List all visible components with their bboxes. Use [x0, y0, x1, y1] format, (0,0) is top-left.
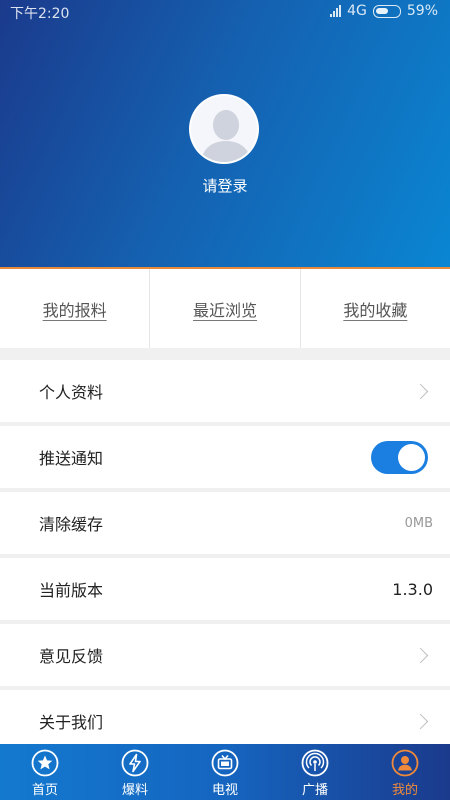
chevron-right-icon	[412, 647, 429, 663]
nav-item-tv[interactable]: 电视	[180, 744, 270, 800]
profile-tabs: 我的报料 最近浏览 我的收藏	[0, 269, 450, 348]
settings-item-push: 推送通知	[0, 426, 450, 488]
settings-item-about[interactable]: 关于我们	[0, 690, 450, 752]
star-icon	[31, 749, 59, 777]
lightning-icon	[121, 749, 149, 777]
nav-item-report[interactable]: 爆料	[90, 744, 180, 800]
settings-item-label: 清除缓存	[39, 515, 104, 534]
settings-item-label: 当前版本	[39, 581, 104, 600]
network-type: 4G	[347, 3, 367, 19]
push-toggle[interactable]	[371, 440, 428, 474]
chevron-right-icon	[412, 383, 429, 399]
nav-item-home[interactable]: 首页	[0, 744, 90, 800]
tab-recent-views[interactable]: 最近浏览	[150, 269, 301, 348]
avatar[interactable]	[189, 94, 259, 164]
settings-item-feedback[interactable]: 意见反馈	[0, 624, 450, 686]
status-bar: 下午2:20 4G 59%	[0, 0, 450, 24]
settings-item-label: 推送通知	[39, 449, 104, 468]
bottom-nav: 首页 爆料 电视 广播 我的	[0, 744, 450, 800]
settings-item-version: 当前版本 1.3.0	[0, 558, 450, 620]
settings-item-label: 个人资料	[39, 383, 104, 402]
signal-icon	[330, 5, 342, 17]
chevron-right-icon	[412, 713, 429, 729]
settings-list: 个人资料 推送通知 清除缓存 0MB 当前版本 1.3.0 意见反馈 关于我们	[0, 360, 450, 756]
settings-item-cache[interactable]: 清除缓存 0MB	[0, 492, 450, 554]
settings-item-label: 意见反馈	[39, 647, 104, 666]
nav-item-radio[interactable]: 广播	[270, 744, 360, 800]
version-number: 1.3.0	[392, 579, 433, 599]
login-link[interactable]: 请登录	[0, 175, 450, 196]
settings-item-label: 关于我们	[39, 713, 104, 732]
status-time: 下午2:20	[10, 6, 70, 22]
battery-icon	[372, 4, 401, 18]
profile-header: 下午2:20 4G 59% 请登录	[0, 0, 450, 268]
settings-item-profile[interactable]: 个人资料	[0, 360, 450, 422]
nav-item-mine[interactable]: 我的	[360, 744, 450, 800]
cache-size: 0MB	[404, 515, 433, 531]
tab-my-reports[interactable]: 我的报料	[0, 269, 151, 348]
tab-favorites[interactable]: 我的收藏	[301, 269, 450, 348]
user-placeholder-icon	[201, 110, 251, 162]
person-icon	[391, 749, 419, 777]
broadcast-icon	[301, 749, 329, 777]
battery-level: 59%	[406, 3, 438, 19]
tv-icon	[211, 749, 239, 777]
